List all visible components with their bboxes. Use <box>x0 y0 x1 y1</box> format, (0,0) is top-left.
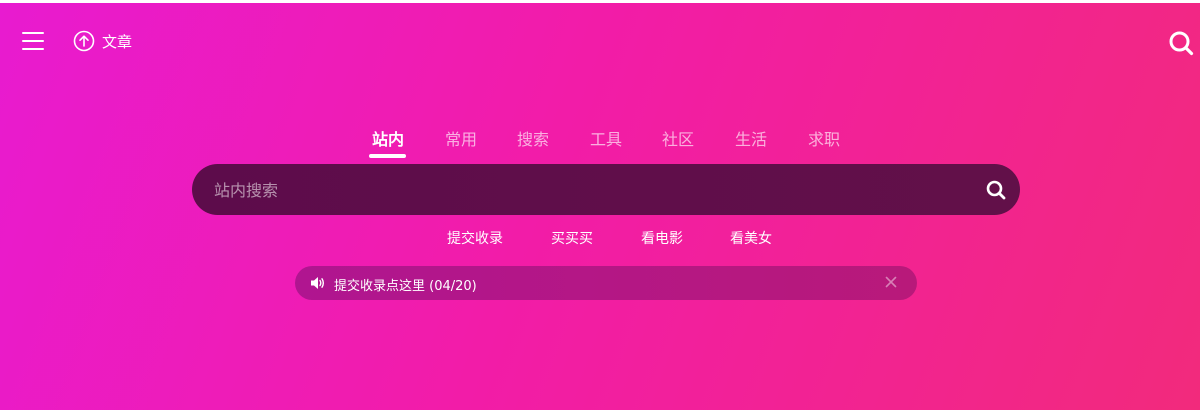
search-icon[interactable] <box>1168 30 1194 56</box>
tab-common[interactable]: 常用 <box>445 126 477 150</box>
speaker-icon <box>311 277 324 289</box>
menu-icon[interactable] <box>20 29 46 53</box>
notice-text[interactable]: 提交收录点这里 (04/20) <box>334 275 477 294</box>
notice-bar: 提交收录点这里 (04/20) <box>295 266 917 300</box>
header: 文章 <box>0 3 1200 79</box>
search-submit-icon[interactable] <box>985 179 1007 201</box>
tab-tools[interactable]: 工具 <box>590 126 622 150</box>
nav-article-link[interactable]: 文章 <box>73 30 132 52</box>
search-category-tabs: 站内 常用 搜索 工具 社区 生活 求职 <box>0 126 1200 160</box>
quick-link-beauty[interactable]: 看美女 <box>730 228 772 248</box>
tab-search[interactable]: 搜索 <box>517 126 549 150</box>
search-input[interactable] <box>212 164 956 217</box>
nav-article-label: 文章 <box>102 32 133 51</box>
quick-link-shopping[interactable]: 买买买 <box>551 228 593 248</box>
tab-community[interactable]: 社区 <box>662 126 694 150</box>
tab-site[interactable]: 站内 <box>372 126 404 150</box>
search-bar <box>192 164 1020 217</box>
quick-links: 提交收录 买买买 看电影 看美女 <box>0 228 1200 248</box>
quick-link-movies[interactable]: 看电影 <box>641 228 683 248</box>
arrow-up-circle-icon <box>73 30 95 52</box>
tab-jobs[interactable]: 求职 <box>808 126 840 150</box>
active-tab-indicator <box>369 154 406 158</box>
quick-link-submit[interactable]: 提交收录 <box>447 228 503 248</box>
tab-life[interactable]: 生活 <box>735 126 767 150</box>
close-icon[interactable] <box>884 275 898 289</box>
